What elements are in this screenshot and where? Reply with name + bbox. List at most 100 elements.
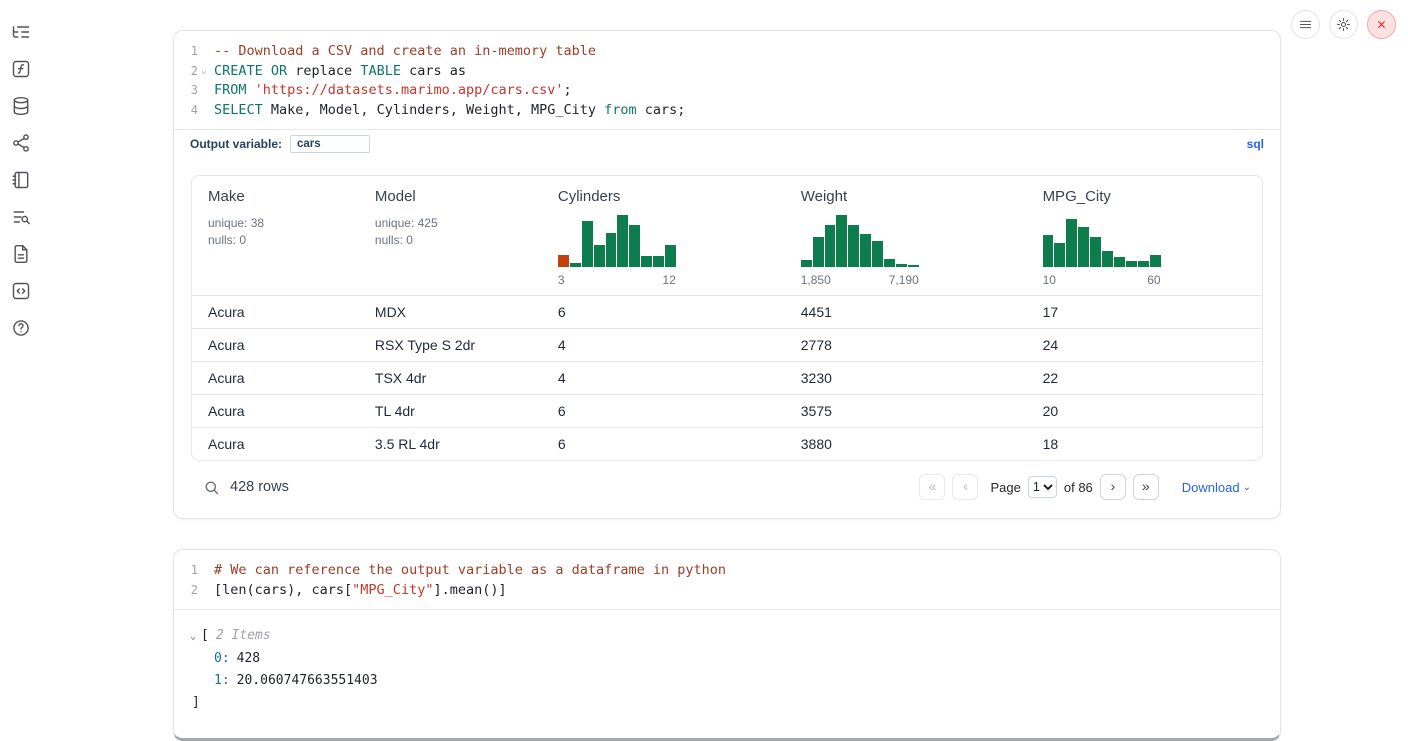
column-header-make[interactable]: Makeunique: 38nulls: 0: [192, 176, 359, 295]
column-stat: unique: 38: [208, 215, 349, 232]
datasources-icon[interactable]: [11, 95, 33, 117]
table-cell: 20: [1027, 403, 1262, 419]
line-number: 1: [182, 42, 198, 62]
histogram-axis-label: 10: [1043, 273, 1056, 287]
line-number: 2: [182, 581, 198, 601]
histogram-bar: [594, 245, 605, 267]
table-body: AcuraMDX6445117AcuraRSX Type S 2dr427782…: [192, 295, 1262, 460]
last-page-button[interactable]: »: [1133, 474, 1159, 500]
histogram-bar: [641, 256, 652, 267]
histogram-bar: [1090, 237, 1101, 267]
variables-icon[interactable]: [11, 58, 33, 80]
table-cell: 3230: [785, 370, 1027, 386]
code-line[interactable]: 3FROM 'https://datasets.marimo.app/cars.…: [174, 81, 1280, 101]
table-cell: 24: [1027, 337, 1262, 353]
search-icon[interactable]: [203, 479, 220, 496]
line-number: 1: [182, 561, 198, 581]
column-label: MPG_City: [1043, 188, 1252, 205]
python-code-editor[interactable]: 1# We can reference the output variable …: [174, 550, 1280, 609]
code-line[interactable]: 1-- Download a CSV and create an in-memo…: [174, 42, 1280, 62]
fold-chevron-icon[interactable]: ⌄: [201, 62, 206, 82]
download-button[interactable]: Download ⌄: [1182, 480, 1251, 495]
table-cell: 3880: [785, 436, 1027, 452]
output-variable-input[interactable]: [290, 135, 370, 153]
sql-language-badge[interactable]: sql: [1247, 137, 1264, 151]
notebook-cells: 1-- Download a CSV and create an in-memo…: [173, 30, 1281, 741]
histogram-bar: [606, 233, 617, 267]
code-line[interactable]: 4SELECT Make, Model, Cylinders, Weight, …: [174, 101, 1280, 121]
histogram-bar: [1102, 251, 1113, 267]
collapse-chevron-icon[interactable]: ⌄: [190, 631, 196, 642]
histogram-bar: [1078, 227, 1089, 267]
file-explorer-icon[interactable]: [11, 21, 33, 43]
histogram-bar: [1066, 219, 1077, 267]
table-row[interactable]: AcuraTSX 4dr4323022: [192, 361, 1262, 394]
scratchpad-icon[interactable]: [11, 169, 33, 191]
item-index: 0:: [214, 651, 230, 666]
table-row[interactable]: AcuraTL 4dr6357520: [192, 394, 1262, 427]
histogram-bar: [908, 265, 919, 267]
items-count-label: 2 Items: [216, 628, 271, 643]
histogram-axis-label: 60: [1147, 273, 1160, 287]
output-variable-row: Output variable: sql: [174, 129, 1280, 159]
column-header-model[interactable]: Modelunique: 425nulls: 0: [359, 176, 542, 295]
table-cell: 6: [542, 436, 785, 452]
page-select[interactable]: 1: [1028, 476, 1057, 498]
notebook-menu-button[interactable]: [1291, 10, 1320, 39]
histogram-bar: [617, 215, 628, 267]
outline-icon[interactable]: [11, 206, 33, 228]
table-row[interactable]: AcuraMDX6445117: [192, 295, 1262, 328]
sql-code-editor[interactable]: 1-- Download a CSV and create an in-memo…: [174, 31, 1280, 129]
shutdown-button[interactable]: [1367, 10, 1396, 39]
table-row[interactable]: Acura3.5 RL 4dr6388018: [192, 427, 1262, 460]
histogram-axis-label: 7,190: [889, 273, 919, 287]
column-stat: nulls: 0: [208, 232, 349, 249]
settings-button[interactable]: [1329, 10, 1358, 39]
table-output-area: Makeunique: 38nulls: 0Modelunique: 425nu…: [174, 159, 1280, 518]
table-cell: 22: [1027, 370, 1262, 386]
code-line[interactable]: 1# We can reference the output variable …: [174, 561, 1280, 581]
table-cell: TL 4dr: [359, 403, 542, 419]
histogram-bar: [653, 256, 664, 267]
table-footer: 428 rows «‹ Page 1 of 86 ›» Download ⌄: [191, 461, 1263, 506]
first-page-button[interactable]: «: [919, 474, 945, 500]
help-icon[interactable]: [11, 317, 33, 339]
column-header-weight[interactable]: Weight 1,8507,190: [785, 176, 1027, 295]
histogram-bar: [1150, 255, 1161, 267]
item-value: 20.060747663551403: [237, 673, 378, 688]
table-row[interactable]: AcuraRSX Type S 2dr4277824: [192, 328, 1262, 361]
column-histogram: 312: [558, 215, 676, 287]
sql-cell: 1-- Download a CSV and create an in-memo…: [173, 30, 1281, 519]
table-cell: Acura: [192, 304, 359, 320]
output-list-entries: 0: 428 1:20.060747663551403: [190, 648, 1264, 692]
item-value: 428: [237, 651, 260, 666]
histogram-bar: [801, 260, 812, 267]
snippets-icon[interactable]: [11, 280, 33, 302]
histogram-bar: [872, 241, 883, 267]
table-cell: TSX 4dr: [359, 370, 542, 386]
table-cell: 4: [542, 337, 785, 353]
histogram-bar: [860, 234, 871, 267]
column-histogram: 1,8507,190: [801, 215, 919, 287]
output-list-item: 0: 428: [190, 648, 1264, 670]
prev-page-button[interactable]: ‹: [952, 474, 978, 500]
histogram-bar: [896, 264, 907, 267]
column-header-cylinders[interactable]: Cylinders312: [542, 176, 785, 295]
output-list-item: 1:20.060747663551403: [190, 670, 1264, 692]
column-header-mpg_city[interactable]: MPG_City 10 60: [1027, 176, 1262, 295]
page-total: of 86: [1064, 480, 1093, 495]
table-cell: 18: [1027, 436, 1262, 452]
code-line[interactable]: 2⌄CREATE OR replace TABLE cars as: [174, 62, 1280, 82]
table-cell: 2778: [785, 337, 1027, 353]
histogram-bar: [1114, 257, 1125, 267]
column-label: Weight: [801, 188, 1017, 205]
histogram-bar: [1138, 261, 1149, 267]
table-cell: 17: [1027, 304, 1262, 320]
data-table: Makeunique: 38nulls: 0Modelunique: 425nu…: [191, 175, 1263, 461]
next-page-button[interactable]: ›: [1100, 474, 1126, 500]
documentation-icon[interactable]: [11, 243, 33, 265]
dependency-graph-icon[interactable]: [11, 132, 33, 154]
code-line[interactable]: 2[len(cars), cars["MPG_City"].mean()]: [174, 581, 1280, 601]
python-cell: 1# We can reference the output variable …: [173, 549, 1281, 741]
close-bracket: ]: [190, 692, 1264, 714]
